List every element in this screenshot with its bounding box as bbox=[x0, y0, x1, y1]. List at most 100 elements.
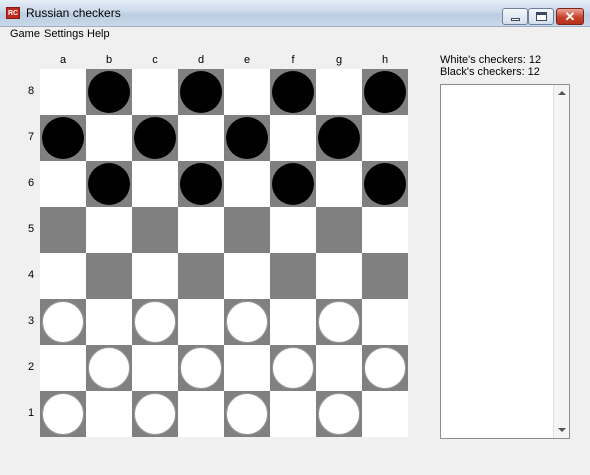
menu-help[interactable]: Help bbox=[87, 28, 110, 40]
menu-game[interactable]: Game bbox=[10, 28, 40, 40]
square-c1[interactable] bbox=[132, 391, 178, 437]
square-c7[interactable] bbox=[132, 115, 178, 161]
move-log-scrollbar[interactable] bbox=[553, 85, 569, 438]
black-checker[interactable] bbox=[226, 117, 268, 159]
square-a1[interactable] bbox=[40, 391, 86, 437]
square-f3[interactable] bbox=[270, 299, 316, 345]
square-f4[interactable] bbox=[270, 253, 316, 299]
square-c3[interactable] bbox=[132, 299, 178, 345]
white-checker[interactable] bbox=[364, 347, 406, 389]
square-g4[interactable] bbox=[316, 253, 362, 299]
square-a6[interactable] bbox=[40, 161, 86, 207]
square-d8[interactable] bbox=[178, 69, 224, 115]
square-g7[interactable] bbox=[316, 115, 362, 161]
square-d2[interactable] bbox=[178, 345, 224, 391]
file-label: c bbox=[152, 54, 158, 66]
square-d6[interactable] bbox=[178, 161, 224, 207]
square-c6[interactable] bbox=[132, 161, 178, 207]
black-checker[interactable] bbox=[88, 163, 130, 205]
white-checker[interactable] bbox=[226, 393, 268, 435]
black-checker[interactable] bbox=[180, 71, 222, 113]
close-button[interactable]: ✕ bbox=[556, 8, 584, 25]
square-f8[interactable] bbox=[270, 69, 316, 115]
square-d7[interactable] bbox=[178, 115, 224, 161]
white-checker[interactable] bbox=[318, 393, 360, 435]
square-a2[interactable] bbox=[40, 345, 86, 391]
square-g1[interactable] bbox=[316, 391, 362, 437]
black-checker[interactable] bbox=[272, 163, 314, 205]
square-h1[interactable] bbox=[362, 391, 408, 437]
black-checker[interactable] bbox=[42, 117, 84, 159]
square-h6[interactable] bbox=[362, 161, 408, 207]
square-d3[interactable] bbox=[178, 299, 224, 345]
square-g3[interactable] bbox=[316, 299, 362, 345]
square-b4[interactable] bbox=[86, 253, 132, 299]
move-log[interactable] bbox=[440, 84, 570, 439]
white-checker[interactable] bbox=[226, 301, 268, 343]
title-bar: RC Russian checkers ✕ bbox=[0, 0, 590, 27]
square-b8[interactable] bbox=[86, 69, 132, 115]
black-checker[interactable] bbox=[180, 163, 222, 205]
square-b1[interactable] bbox=[86, 391, 132, 437]
square-c8[interactable] bbox=[132, 69, 178, 115]
square-g6[interactable] bbox=[316, 161, 362, 207]
square-h7[interactable] bbox=[362, 115, 408, 161]
square-b7[interactable] bbox=[86, 115, 132, 161]
black-checker[interactable] bbox=[88, 71, 130, 113]
square-h4[interactable] bbox=[362, 253, 408, 299]
square-c5[interactable] bbox=[132, 207, 178, 253]
square-g8[interactable] bbox=[316, 69, 362, 115]
white-checker[interactable] bbox=[272, 347, 314, 389]
square-b3[interactable] bbox=[86, 299, 132, 345]
minimize-button[interactable] bbox=[502, 8, 528, 25]
square-f7[interactable] bbox=[270, 115, 316, 161]
square-e1[interactable] bbox=[224, 391, 270, 437]
square-f5[interactable] bbox=[270, 207, 316, 253]
square-e7[interactable] bbox=[224, 115, 270, 161]
square-f2[interactable] bbox=[270, 345, 316, 391]
square-e3[interactable] bbox=[224, 299, 270, 345]
square-f1[interactable] bbox=[270, 391, 316, 437]
square-g2[interactable] bbox=[316, 345, 362, 391]
square-e4[interactable] bbox=[224, 253, 270, 299]
white-checker[interactable] bbox=[134, 393, 176, 435]
square-c2[interactable] bbox=[132, 345, 178, 391]
white-checker[interactable] bbox=[134, 301, 176, 343]
square-d4[interactable] bbox=[178, 253, 224, 299]
square-e8[interactable] bbox=[224, 69, 270, 115]
scroll-down-icon[interactable] bbox=[558, 428, 566, 432]
square-h3[interactable] bbox=[362, 299, 408, 345]
square-h5[interactable] bbox=[362, 207, 408, 253]
square-a8[interactable] bbox=[40, 69, 86, 115]
square-b2[interactable] bbox=[86, 345, 132, 391]
white-checker[interactable] bbox=[42, 301, 84, 343]
scroll-up-icon[interactable] bbox=[558, 91, 566, 95]
black-checker[interactable] bbox=[318, 117, 360, 159]
black-checker[interactable] bbox=[134, 117, 176, 159]
square-a4[interactable] bbox=[40, 253, 86, 299]
square-c4[interactable] bbox=[132, 253, 178, 299]
white-checker[interactable] bbox=[180, 347, 222, 389]
black-checker[interactable] bbox=[364, 163, 406, 205]
square-e6[interactable] bbox=[224, 161, 270, 207]
square-a3[interactable] bbox=[40, 299, 86, 345]
square-f6[interactable] bbox=[270, 161, 316, 207]
square-b6[interactable] bbox=[86, 161, 132, 207]
square-d1[interactable] bbox=[178, 391, 224, 437]
white-checker[interactable] bbox=[42, 393, 84, 435]
maximize-button[interactable] bbox=[528, 8, 554, 25]
square-a7[interactable] bbox=[40, 115, 86, 161]
square-g5[interactable] bbox=[316, 207, 362, 253]
black-checker[interactable] bbox=[364, 71, 406, 113]
square-a5[interactable] bbox=[40, 207, 86, 253]
square-b5[interactable] bbox=[86, 207, 132, 253]
white-checker[interactable] bbox=[318, 301, 360, 343]
menu-settings[interactable]: Settings bbox=[44, 28, 84, 40]
square-d5[interactable] bbox=[178, 207, 224, 253]
white-checker[interactable] bbox=[88, 347, 130, 389]
black-checker[interactable] bbox=[272, 71, 314, 113]
square-h8[interactable] bbox=[362, 69, 408, 115]
square-h2[interactable] bbox=[362, 345, 408, 391]
square-e5[interactable] bbox=[224, 207, 270, 253]
square-e2[interactable] bbox=[224, 345, 270, 391]
